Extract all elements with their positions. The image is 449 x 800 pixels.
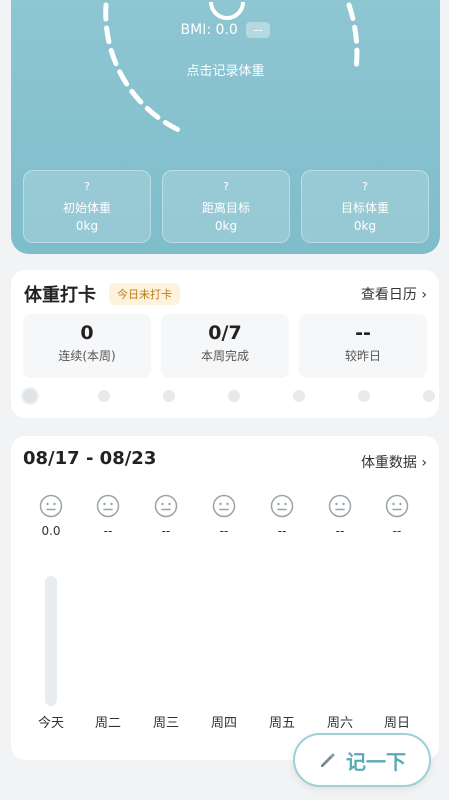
streak-stat: 0 连续(本周): [23, 314, 151, 378]
day-weight-value: --: [335, 524, 345, 538]
day-label: 周六: [326, 716, 353, 731]
day-label: 周四: [210, 716, 237, 731]
help-icon: ?: [223, 180, 229, 193]
weekly-weight-card: 08/17 - 08/23 体重数据 › 0.0 -- -- -- -- -- -- 今天 周…: [11, 436, 439, 760]
bmi-row: BMI: 0.0 --: [11, 22, 440, 38]
checkin-status-badge: 今日未打卡: [109, 283, 180, 305]
neutral-face-icon: [385, 494, 409, 518]
day-column[interactable]: --: [204, 494, 244, 538]
day-column[interactable]: --: [262, 494, 302, 538]
distance-to-goal-box[interactable]: ? 距离目标 0kg: [162, 170, 290, 243]
stat-label: 初始体重: [62, 201, 111, 215]
day-weight-value: --: [103, 524, 113, 538]
neutral-face-icon: [328, 494, 352, 518]
day-weight-value: 0.0: [41, 524, 61, 538]
day-label: 周日: [383, 716, 410, 731]
week-date-range: 08/17 - 08/23: [23, 448, 157, 469]
record-button-label: 记一下: [346, 749, 406, 774]
neutral-face-icon: [212, 494, 236, 518]
neutral-face-icon: [270, 494, 294, 518]
progress-dot: [228, 390, 240, 402]
week-complete-stat: 0/7 本周完成: [161, 314, 289, 378]
day-column[interactable]: --: [146, 494, 186, 538]
neutral-face-icon: [39, 494, 63, 518]
day-weight-value: --: [161, 524, 171, 538]
day-column[interactable]: 0.0: [31, 494, 71, 538]
view-calendar-link[interactable]: 查看日历 ›: [361, 284, 427, 304]
progress-dot: [163, 390, 175, 402]
weight-checkin-card: 体重打卡 今日未打卡 查看日历 › 0 连续(本周) 0/7 本周完成 -- 较…: [11, 270, 439, 418]
pencil-icon: [321, 753, 335, 767]
stat-caption: 较昨日: [344, 349, 381, 363]
record-weight-button[interactable]: 记一下: [293, 733, 431, 787]
day-label: 周二: [94, 716, 121, 731]
day-label: 周五: [268, 716, 295, 731]
day-label: 周三: [152, 716, 179, 731]
stat-caption: 本周完成: [200, 349, 249, 363]
week-progress-dots: [21, 386, 435, 406]
stat-number: 0: [80, 322, 94, 344]
vs-yesterday-stat: -- 较昨日: [299, 314, 427, 378]
progress-dot: [423, 390, 435, 402]
weight-hero-panel[interactable]: BMI: 0.0 -- 点击记录体重 ? 初始体重 0kg ? 距离目标 0kg…: [11, 0, 440, 254]
stat-number: --: [355, 322, 371, 344]
weight-bar-today: [45, 576, 57, 706]
help-icon: ?: [84, 180, 90, 193]
neutral-face-icon: [96, 494, 120, 518]
stat-number: 0/7: [208, 322, 242, 344]
weight-data-link[interactable]: 体重数据 ›: [361, 452, 427, 472]
progress-dot: [293, 390, 305, 402]
day-weight-value: --: [219, 524, 229, 538]
initial-weight-box[interactable]: ? 初始体重 0kg: [23, 170, 151, 243]
bmi-value: BMI: 0.0: [180, 22, 238, 38]
stat-label: 距离目标: [201, 201, 250, 215]
progress-dot: [358, 390, 370, 402]
day-label: 今天: [37, 716, 64, 731]
progress-dot-today: [21, 387, 39, 405]
day-column[interactable]: --: [88, 494, 128, 538]
day-column[interactable]: --: [377, 494, 417, 538]
day-column[interactable]: --: [320, 494, 360, 538]
target-weight-box[interactable]: ? 目标体重 0kg: [301, 170, 429, 243]
checkin-title: 体重打卡: [24, 285, 96, 306]
day-weight-value: --: [392, 524, 402, 538]
bmi-status-tag: --: [245, 22, 271, 38]
stat-value: 0kg: [75, 219, 99, 233]
progress-dot: [98, 390, 110, 402]
day-weight-value: --: [277, 524, 287, 538]
help-icon: ?: [362, 180, 368, 193]
stat-caption: 连续(本周): [58, 349, 116, 363]
neutral-face-icon: [154, 494, 178, 518]
stat-value: 0kg: [214, 219, 238, 233]
stat-label: 目标体重: [340, 201, 389, 215]
stat-value: 0kg: [353, 219, 377, 233]
record-weight-hint[interactable]: 点击记录体重: [11, 60, 440, 79]
